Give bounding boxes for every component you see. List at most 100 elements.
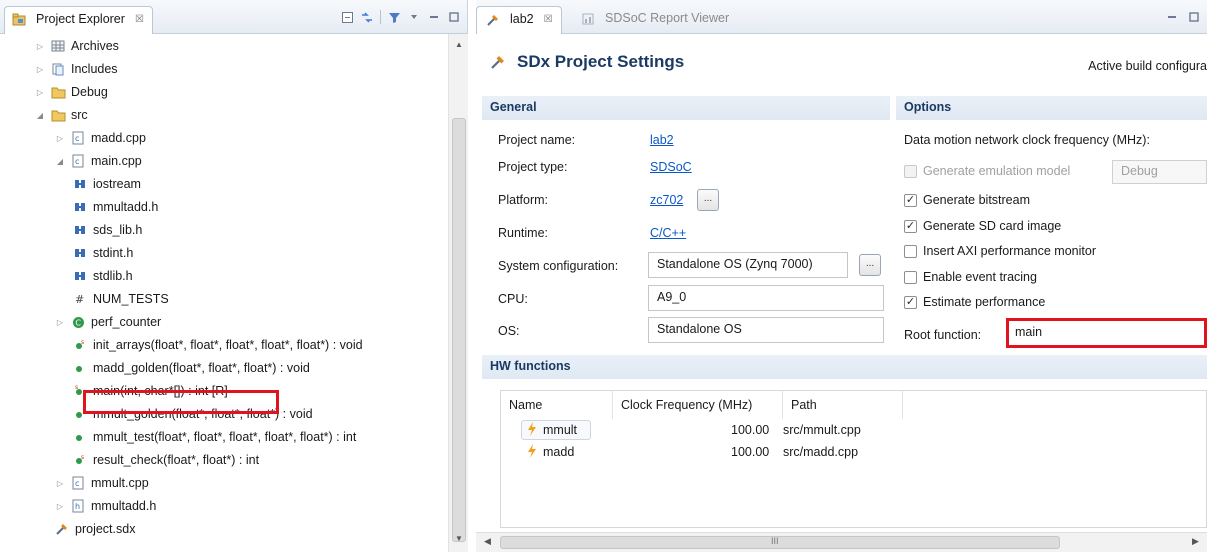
class-icon: C: [70, 314, 86, 330]
svg-text:c: c: [75, 479, 79, 488]
scroll-right-icon[interactable]: ▶: [1192, 536, 1199, 547]
generate-sd-card-checkbox[interactable]: ✓: [904, 219, 917, 233]
tree-item[interactable]: madd_golden(float*, float*, float*) : vo…: [72, 357, 310, 379]
emulation-mode-select[interactable]: Debug: [1112, 160, 1207, 184]
tree-item[interactable]: ▷ Includes: [34, 58, 118, 80]
folder-icon: [50, 107, 66, 123]
tree-item[interactable]: # NUM_TESTS: [72, 288, 169, 310]
project-name-label: Project name:: [498, 133, 576, 147]
expand-toggle-icon[interactable]: ◢: [34, 111, 46, 120]
tree-item[interactable]: ▷ c madd.cpp: [54, 127, 146, 149]
enable-event-tracing-checkbox-row[interactable]: Enable event tracing: [904, 270, 1037, 284]
expand-toggle-icon[interactable]: ◢: [54, 157, 66, 166]
tree-item-label: Archives: [71, 39, 119, 53]
link-with-editor-icon[interactable]: [360, 10, 374, 24]
tree-item-label: Debug: [71, 85, 108, 99]
separator: [380, 10, 381, 24]
insert-axi-monitor-checkbox-row[interactable]: Insert AXI performance monitor: [904, 244, 1096, 258]
expand-toggle-icon[interactable]: ▷: [34, 88, 46, 97]
hw-table-horizontal-scrollbar[interactable]: ◀ III ▶: [476, 532, 1207, 552]
tree-item-label: src: [71, 108, 88, 122]
generate-bitstream-checkbox-row[interactable]: ✓ Generate bitstream: [904, 193, 1030, 207]
view-menu-icon[interactable]: [407, 10, 421, 24]
tree-item[interactable]: ▷ Debug: [34, 81, 108, 103]
tree-item[interactable]: ◢ src: [34, 104, 88, 126]
scroll-up-icon[interactable]: ▲: [449, 40, 469, 54]
platform-link[interactable]: zc702: [650, 193, 683, 207]
close-icon[interactable]: ☒: [135, 14, 144, 25]
tree-item[interactable]: ▷ Cperf_counter: [54, 311, 161, 333]
expand-toggle-icon[interactable]: ▷: [34, 42, 46, 51]
scrollbar-grip: III: [771, 536, 779, 546]
column-header-path[interactable]: Path: [783, 391, 903, 419]
tree-item-label: stdlib.h: [93, 269, 133, 283]
tree-item[interactable]: ▷ h mmultadd.h: [54, 495, 156, 517]
scroll-left-icon[interactable]: ◀: [484, 536, 491, 547]
tree-item[interactable]: sds_lib.h: [72, 219, 142, 241]
maximize-icon[interactable]: [1187, 10, 1201, 24]
cpu-field[interactable]: A9_0: [648, 285, 884, 311]
tree-item[interactable]: mmult_test(float*, float*, float*, float…: [72, 426, 356, 448]
tree-item[interactable]: stdint.h: [72, 242, 133, 264]
expand-toggle-icon[interactable]: ▷: [34, 65, 46, 74]
tree-item[interactable]: s result_check(float*, float*) : int: [72, 449, 259, 471]
runtime-link[interactable]: C/C++: [650, 226, 686, 240]
include-icon: [72, 199, 88, 215]
generate-emulation-checkbox-row[interactable]: Generate emulation model: [904, 164, 1070, 178]
close-icon[interactable]: ☒: [544, 14, 553, 25]
project-type-link[interactable]: SDSoC: [650, 160, 692, 174]
column-header-name[interactable]: Name: [501, 391, 613, 419]
page-title: SDx Project Settings: [490, 52, 684, 72]
generate-sd-card-checkbox-row[interactable]: ✓ Generate SD card image: [904, 219, 1061, 233]
insert-axi-monitor-checkbox[interactable]: [904, 244, 917, 258]
tree-item[interactable]: ◢ c main.cpp: [54, 150, 142, 172]
sdx-project-editor: lab2 ☒ SDSoC Report Viewer SDx Project S…: [476, 0, 1207, 552]
table-row[interactable]: madd 100.00 src/madd.cpp: [501, 441, 1206, 463]
expand-toggle-icon[interactable]: ▷: [54, 502, 66, 511]
generate-emulation-checkbox[interactable]: [904, 164, 917, 178]
expand-toggle-icon[interactable]: ▷: [54, 318, 66, 327]
tree-item[interactable]: ▷ c mmult.cpp: [54, 472, 149, 494]
collapse-all-icon[interactable]: [340, 10, 354, 24]
platform-label: Platform:: [498, 193, 549, 207]
os-field[interactable]: Standalone OS: [648, 317, 884, 343]
tree-item[interactable]: mmultadd.h: [72, 196, 158, 218]
filter-icon[interactable]: [387, 10, 401, 24]
tree-item-label: iostream: [93, 177, 141, 191]
generate-bitstream-checkbox[interactable]: ✓: [904, 193, 917, 207]
tree-item[interactable]: s init_arrays(float*, float*, float*, flo…: [72, 334, 363, 356]
column-header-clock-frequency[interactable]: Clock Frequency (MHz): [613, 391, 783, 419]
tab-lab2[interactable]: lab2 ☒: [476, 6, 562, 34]
estimate-performance-label: Estimate performance: [923, 295, 1046, 309]
folder-icon: [50, 84, 66, 100]
tree-item[interactable]: project.sdx: [54, 518, 135, 540]
generate-emulation-label: Generate emulation model: [923, 164, 1071, 178]
project-name-link[interactable]: lab2: [650, 133, 674, 147]
header-file-icon: h: [70, 498, 86, 514]
minimize-icon[interactable]: [427, 10, 441, 24]
system-configuration-field[interactable]: Standalone OS (Zynq 7000): [648, 252, 848, 278]
tree-item[interactable]: iostream: [72, 173, 141, 195]
scrollbar-thumb[interactable]: III: [500, 536, 1060, 549]
platform-browse-button[interactable]: ...: [697, 189, 719, 211]
estimate-performance-checkbox-row[interactable]: ✓ Estimate performance: [904, 295, 1045, 309]
scroll-down-icon[interactable]: ▼: [449, 534, 469, 548]
table-row[interactable]: mmult 100.00 src/mmult.cpp: [501, 419, 1206, 441]
enable-event-tracing-checkbox[interactable]: [904, 270, 917, 284]
tab-sdsoc-report-viewer[interactable]: SDSoC Report Viewer: [572, 6, 737, 34]
report-icon: [580, 11, 596, 27]
hw-function-path: src/mmult.cpp: [783, 423, 861, 437]
system-configuration-browse-button[interactable]: ...: [859, 254, 881, 276]
expand-toggle-icon[interactable]: ▷: [54, 134, 66, 143]
minimize-icon[interactable]: [1165, 10, 1179, 24]
tree-item[interactable]: ▷ Archives: [34, 35, 119, 57]
tree-item[interactable]: stdlib.h: [72, 265, 133, 287]
explorer-tab-bar: Project Explorer ☒: [0, 0, 467, 34]
explorer-vertical-scrollbar[interactable]: ▲ ▼: [448, 34, 468, 552]
expand-toggle-icon[interactable]: ▷: [54, 479, 66, 488]
estimate-performance-checkbox[interactable]: ✓: [904, 295, 917, 309]
tab-project-explorer[interactable]: Project Explorer ☒: [4, 6, 153, 34]
include-icon: [72, 222, 88, 238]
scrollbar-thumb[interactable]: [452, 118, 466, 542]
maximize-icon[interactable]: [447, 10, 461, 24]
